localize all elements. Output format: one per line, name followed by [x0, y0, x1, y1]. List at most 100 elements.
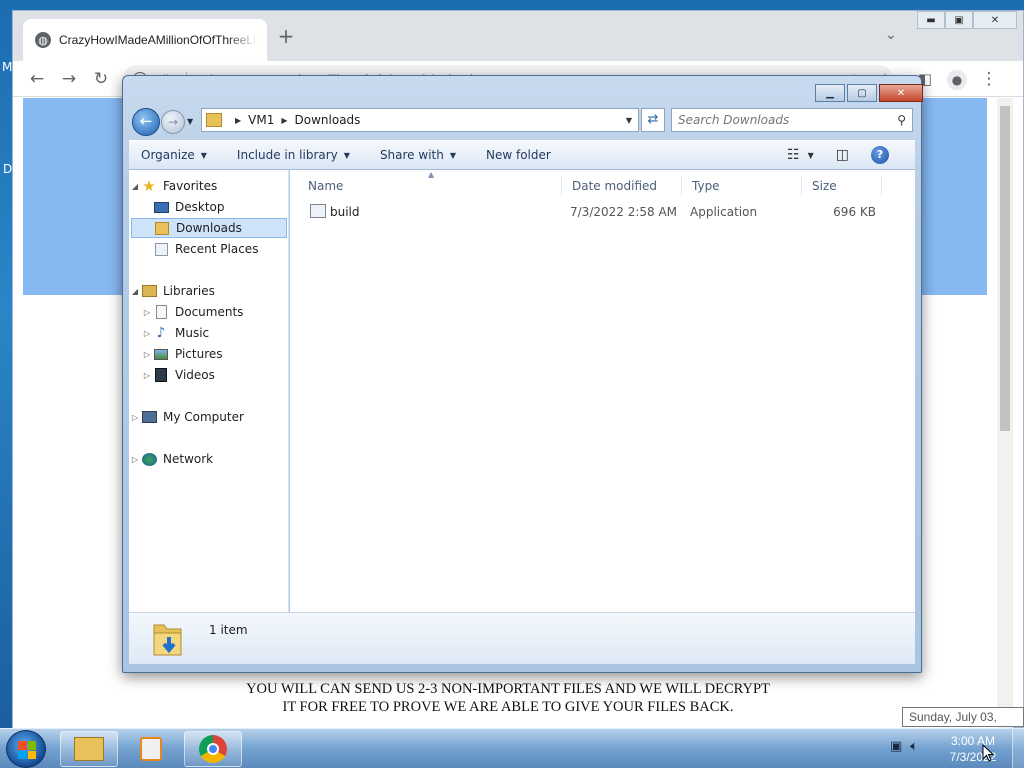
help-icon[interactable]: ? [870, 146, 889, 164]
file-name[interactable]: build [330, 202, 360, 222]
search-input[interactable] [678, 113, 898, 127]
breadcrumb-separator-icon[interactable]: ▶ [235, 116, 241, 125]
back-button[interactable]: ← [132, 108, 160, 136]
start-button[interactable] [6, 730, 46, 768]
browser-maximize-button[interactable]: ▣ [945, 11, 973, 29]
nav-pictures[interactable]: ▷ Pictures [129, 344, 289, 364]
chrome-icon [199, 735, 227, 763]
collapsed-triangle-icon[interactable]: ▷ [141, 308, 153, 317]
windows-logo-icon [18, 741, 36, 759]
file-size: 696 KB [833, 205, 876, 219]
collapsed-triangle-icon[interactable]: ▷ [129, 455, 141, 464]
organize-menu[interactable]: Organize ▼ [141, 148, 207, 162]
clock[interactable]: 3:00 AM 7/3/2022 [940, 733, 1006, 765]
nav-videos[interactable]: ▷ Videos [129, 365, 289, 385]
network-status-icon[interactable]: ▣ [890, 739, 902, 754]
explorer-close-button[interactable]: ✕ [879, 84, 923, 102]
browser-tab[interactable]: ◍ CrazyHowIMadeAMillionOfOfThreeLicks.ht… [23, 19, 267, 61]
new-folder-button[interactable]: New folder [486, 148, 551, 162]
clock-time: 3:00 AM [950, 734, 996, 748]
chevron-down-icon: ▼ [200, 150, 207, 160]
collapsed-triangle-icon[interactable]: ▷ [129, 413, 141, 422]
nav-documents-label: Documents [175, 305, 244, 319]
view-options-icon[interactable]: ☷ [787, 147, 800, 163]
collapsed-triangle-icon[interactable]: ▷ [141, 371, 153, 380]
search-icon[interactable]: ⚲ [897, 113, 906, 127]
new-tab-button[interactable]: + [275, 25, 297, 47]
videos-filmstrip-icon [153, 367, 169, 383]
tab-search-chevron-icon[interactable]: ⌄ [885, 27, 897, 43]
explorer-address-bar[interactable]: ▶ VM1 ▶ Downloads ▼ [201, 108, 639, 132]
nav-favorites[interactable]: ◢ ★ Favorites [129, 176, 289, 196]
preview-pane-icon[interactable]: ◫ [836, 147, 849, 163]
documents-icon [153, 304, 169, 320]
nav-my-computer[interactable]: ▷ My Computer [129, 407, 289, 427]
address-history-dropdown-icon[interactable]: ▼ [626, 116, 632, 125]
share-with-label: Share with [379, 148, 444, 162]
browser-tab-strip: ◍ CrazyHowIMadeAMillionOfOfThreeLicks.ht… [13, 11, 1023, 61]
show-desktop-button[interactable] [1012, 729, 1024, 768]
view-controls: ☷ ▼ ◫ ? [783, 146, 889, 164]
application-icon [310, 204, 326, 218]
include-in-library-menu[interactable]: Include in library ▼ [237, 148, 350, 162]
globe-icon: ◍ [35, 32, 51, 48]
nav-desktop[interactable]: Desktop [129, 197, 289, 217]
taskbar-media-player-button[interactable] [122, 731, 180, 767]
nav-recent-places[interactable]: Recent Places [129, 239, 289, 259]
collapsed-triangle-icon[interactable]: ▷ [141, 350, 153, 359]
share-with-menu[interactable]: Share with ▼ [380, 148, 456, 162]
volume-icon[interactable]: 🔈︎ [910, 739, 918, 754]
media-player-icon [140, 737, 162, 761]
nav-videos-label: Videos [175, 368, 215, 382]
folder-icon [74, 737, 104, 761]
nav-music[interactable]: ▷ ♪ Music [129, 323, 289, 343]
desktop-icon-label-d: D [3, 162, 13, 176]
taskbar: ▣ 🔈︎ 3:00 AM 7/3/2022 [0, 728, 1024, 768]
column-header-size[interactable]: Size [802, 176, 882, 196]
music-note-icon: ♪ [156, 325, 166, 341]
chevron-down-icon: ▼ [449, 150, 456, 160]
breadcrumb-downloads[interactable]: Downloads [295, 113, 361, 127]
page-scrollbar[interactable]: ▼ [997, 98, 1013, 728]
clock-date: 7/3/2022 [949, 750, 997, 764]
column-header-date-modified[interactable]: Date modified [562, 176, 682, 196]
expanded-triangle-icon[interactable]: ◢ [129, 287, 141, 296]
explorer-minimize-button[interactable]: ▁ [815, 84, 845, 102]
forward-button[interactable]: → [161, 110, 185, 134]
mouse-cursor-icon [982, 744, 994, 762]
star-icon: ★ [142, 177, 156, 195]
explorer-window: ▁ ▢ ✕ ← → ▼ ▶ VM1 ▶ Downloads ▼ ⇄ ⚲ Orga… [122, 75, 923, 673]
file-row-build[interactable]: build 7/3/2022 2:58 AM Application 696 K… [290, 202, 890, 222]
collapsed-triangle-icon[interactable]: ▷ [141, 329, 153, 338]
taskbar-chrome-button[interactable] [184, 731, 242, 767]
column-header-name[interactable]: Name [298, 176, 562, 196]
reload-icon[interactable]: ↻ [89, 68, 113, 90]
menu-kebab-icon[interactable]: ⋮ [977, 68, 1001, 90]
back-arrow-icon[interactable]: ← [25, 68, 49, 90]
nav-downloads[interactable]: Downloads [131, 218, 287, 238]
view-options-dropdown-icon[interactable]: ▼ [808, 151, 814, 160]
libraries-icon [141, 283, 157, 299]
breadcrumb-separator-icon[interactable]: ▶ [281, 116, 287, 125]
explorer-search-box[interactable]: ⚲ [671, 108, 913, 132]
refresh-button[interactable]: ⇄ [641, 108, 665, 132]
taskbar-explorer-button[interactable] [60, 731, 118, 767]
breadcrumb-vm1[interactable]: VM1 [248, 113, 274, 127]
nav-my-computer-label: My Computer [163, 410, 244, 424]
expanded-triangle-icon[interactable]: ◢ [129, 182, 141, 191]
nav-network[interactable]: ▷ Network [129, 449, 289, 469]
scrollbar-thumb[interactable] [1000, 106, 1010, 431]
item-count: 1 item [209, 623, 248, 637]
explorer-maximize-button[interactable]: ▢ [847, 84, 877, 102]
nav-recent-places-label: Recent Places [175, 242, 259, 256]
nav-documents[interactable]: ▷ Documents [129, 302, 289, 322]
ransom-note-text: YOU WILL CAN SEND US 2-3 NON-IMPORTANT F… [246, 681, 770, 715]
computer-icon [141, 409, 157, 425]
browser-close-button[interactable]: ✕ [973, 11, 1017, 29]
nav-libraries[interactable]: ◢ Libraries [129, 281, 289, 301]
column-header-type[interactable]: Type [682, 176, 802, 196]
profile-avatar-icon[interactable]: ● [945, 68, 969, 90]
forward-arrow-icon[interactable]: → [57, 68, 81, 90]
recent-pages-dropdown-icon[interactable]: ▼ [187, 117, 193, 126]
browser-minimize-button[interactable]: ▬ [917, 11, 945, 29]
